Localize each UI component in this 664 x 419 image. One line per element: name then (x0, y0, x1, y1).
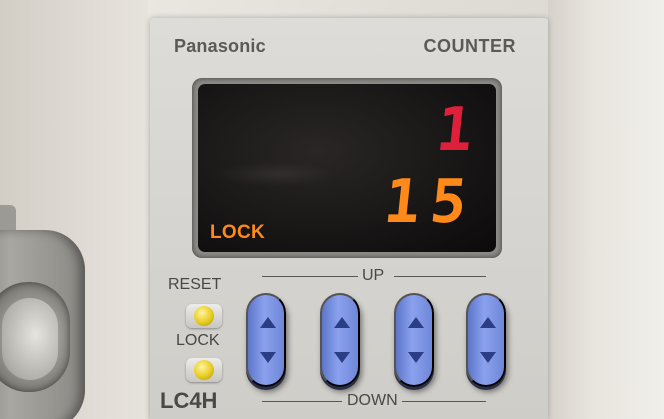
arrow-down-icon (408, 352, 424, 363)
lower-count-value: 15 (381, 170, 481, 226)
upper-count-value: 1 (438, 100, 477, 154)
cabinet-right-panel (548, 0, 664, 419)
down-label: DOWN (347, 392, 398, 409)
reset-switch-knob (194, 306, 214, 326)
digit-key-2[interactable] (320, 293, 360, 387)
up-line-left (262, 276, 358, 277)
arrow-down-icon (334, 352, 350, 363)
upper-count-display: 1 (438, 100, 477, 154)
arrow-up-icon (480, 317, 496, 328)
lock-indicator: LOCK (210, 222, 266, 243)
device-title: COUNTER (423, 36, 516, 56)
down-line-right (402, 401, 486, 402)
up-line-right (394, 276, 486, 277)
arrow-down-icon (260, 352, 276, 363)
digit-key-4[interactable] (466, 293, 506, 387)
lock-switch[interactable] (186, 358, 222, 382)
arrow-up-icon (334, 317, 350, 328)
arrow-up-icon (408, 317, 424, 328)
reset-label: RESET (168, 276, 222, 293)
lcd-display: 1 15 LOCK (198, 84, 496, 252)
selector-knob[interactable] (2, 298, 58, 380)
arrow-up-icon (260, 317, 276, 328)
digit-key-1[interactable] (246, 293, 286, 387)
lower-count-display: 15 (381, 170, 481, 226)
photo-scene: Panasonic COUNTER 1 15 LOCK RESET LOCK L… (0, 0, 664, 419)
counter-unit: Panasonic COUNTER 1 15 LOCK RESET LOCK L… (150, 18, 548, 419)
reset-switch[interactable] (186, 304, 222, 328)
down-line-left (262, 401, 342, 402)
arrow-down-icon (480, 352, 496, 363)
display-glare (216, 162, 336, 186)
series-label: LC4H (160, 388, 218, 413)
up-label: UP (362, 267, 385, 284)
lock-label: LOCK (176, 332, 220, 349)
digit-key-3[interactable] (394, 293, 434, 387)
lock-switch-knob (194, 360, 214, 380)
brand-logo: Panasonic (174, 36, 266, 56)
